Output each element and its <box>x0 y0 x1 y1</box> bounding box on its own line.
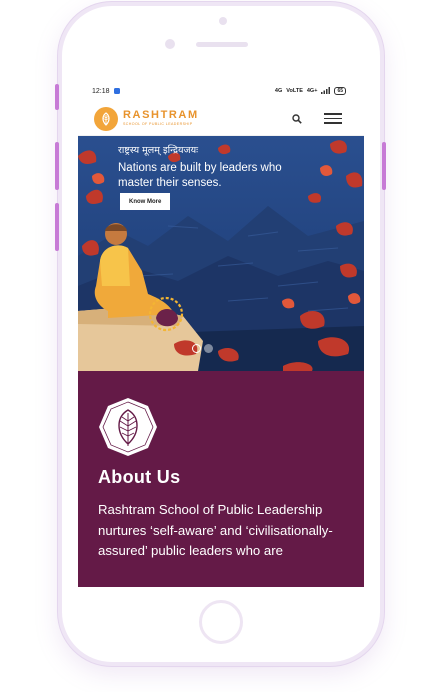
hero-sanskrit-quote: राष्ट्रस्य मूलम् इन्द्रियजयः <box>118 145 199 156</box>
message-notification-icon <box>113 88 120 94</box>
carousel-dot[interactable] <box>204 344 213 353</box>
earpiece-speaker <box>196 42 248 47</box>
brand-name: RASHTRAM <box>123 109 199 122</box>
carousel-dots <box>192 344 213 353</box>
battery-icon: 65 <box>334 87 346 95</box>
front-sensor <box>219 17 227 25</box>
search-icon[interactable] <box>292 109 302 128</box>
side-button-volume-down <box>55 203 59 251</box>
lotus-leaf-logo-icon <box>94 106 118 131</box>
status-time: 12:18 <box>92 87 110 95</box>
network-4g-plus-indicator: 4G+ <box>306 88 318 94</box>
side-button-power <box>382 142 386 190</box>
hamburger-menu-icon[interactable] <box>324 113 342 124</box>
network-4g-indicator: 4G <box>274 88 283 94</box>
site-header: RASHTRAM SCHOOL OF PUBLIC LEADERSHIP <box>78 102 364 136</box>
status-bar: 12:18 4G VoLTE 4G+ 65 <box>78 80 364 102</box>
home-button[interactable] <box>199 600 243 644</box>
about-body-text: Rashtram School of Public Leadership nur… <box>98 502 333 558</box>
front-camera <box>165 39 175 49</box>
know-more-button[interactable]: Know More <box>120 193 171 210</box>
hero-banner: राष्ट्रस्य मूलम् इन्द्रियजयः Nations are… <box>78 136 364 371</box>
phone-screen: 12:18 4G VoLTE 4G+ 65 RASHTRAM SCHOOL OF… <box>78 80 364 587</box>
volte-indicator: VoLTE <box>286 88 303 94</box>
brand-subtitle: SCHOOL OF PUBLIC LEADERSHIP <box>123 122 193 127</box>
brand-logo[interactable]: RASHTRAM SCHOOL OF PUBLIC LEADERSHIP <box>94 106 199 131</box>
carousel-dot-active[interactable] <box>192 344 201 353</box>
side-button-volume-up <box>55 142 59 190</box>
status-indicators: 4G VoLTE 4G+ 65 <box>274 86 346 96</box>
about-section: About Us Rashtram School of Public Leade… <box>78 371 364 587</box>
side-button-mute <box>55 84 59 110</box>
signal-bars-icon <box>321 86 331 96</box>
leaf-emblem-icon <box>98 397 158 457</box>
about-title: About Us <box>98 467 181 487</box>
hero-tagline: Nations are built by leaders who master … <box>118 162 282 189</box>
